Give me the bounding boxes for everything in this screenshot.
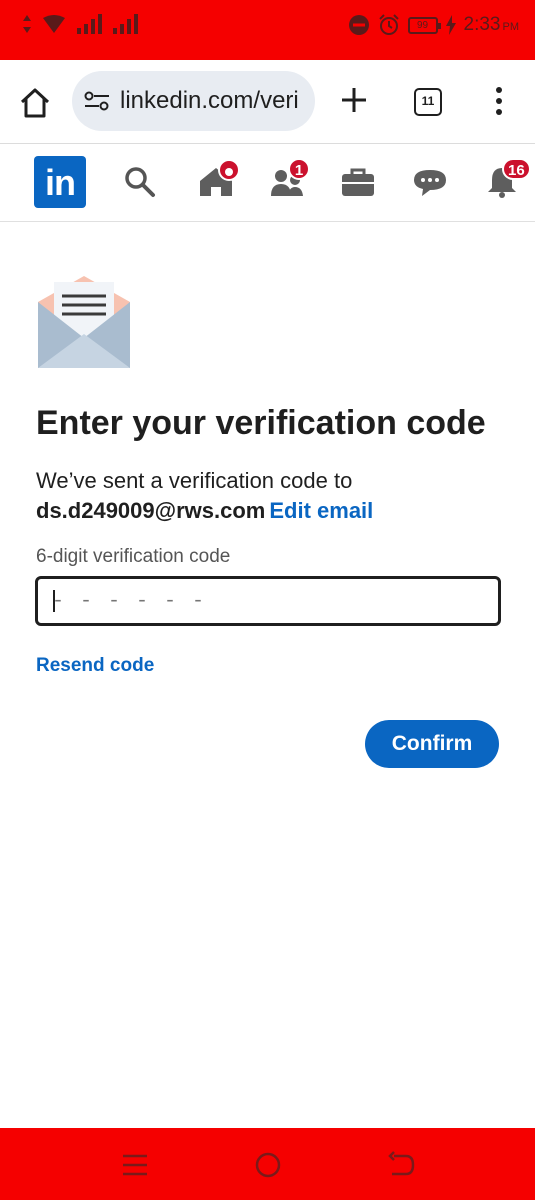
alarm-icon (378, 14, 399, 35)
signal-1-icon (77, 14, 102, 34)
wifi-icon (43, 15, 65, 33)
notifications-badge: 16 (502, 158, 531, 180)
address-bar[interactable]: linkedin.com/veri (72, 71, 315, 131)
home-button[interactable] (18, 86, 52, 120)
status-time: 2:33 PM (464, 14, 519, 36)
linkedin-logo[interactable]: in (34, 156, 86, 208)
status-left (22, 14, 138, 34)
confirm-button[interactable]: Confirm (365, 720, 499, 768)
charging-bolt-icon (445, 15, 456, 35)
text-caret (53, 590, 55, 612)
status-right: 99 2:33 PM (348, 14, 519, 36)
nav-network[interactable]: 1 (268, 158, 310, 202)
do-not-disturb-icon (348, 15, 369, 35)
url-text[interactable]: linkedin.com/veri (120, 87, 299, 115)
time-value: 2:33 (463, 14, 501, 35)
back-icon[interactable] (386, 1150, 416, 1180)
system-nav-bar (0, 1128, 535, 1200)
battery-icon: 99 (407, 16, 441, 34)
network-badge: 1 (288, 158, 310, 180)
signal-2-icon (113, 14, 138, 34)
messaging-icon[interactable] (410, 162, 450, 202)
browser-toolbar: linkedin.com/veri 11 (0, 60, 535, 144)
page-title: Enter your verification code (36, 404, 486, 442)
code-field-label: 6-digit verification code (36, 546, 231, 567)
email-address: ds.d249009@rws.com (36, 498, 266, 523)
nav-notifications[interactable]: 16 (482, 158, 531, 202)
verification-code-input[interactable] (35, 576, 501, 626)
home-dot-badge (218, 159, 240, 181)
sent-text: We’ve sent a verification code to (36, 468, 353, 493)
status-bar: 99 2:33 PM (0, 0, 535, 60)
resend-code-link[interactable]: Resend code (36, 655, 154, 677)
search-icon[interactable] (120, 162, 160, 202)
nav-home[interactable] (196, 159, 240, 202)
tab-switcher-button[interactable]: 11 (414, 88, 442, 116)
recent-apps-icon[interactable] (120, 1150, 150, 1180)
new-tab-button[interactable] (338, 84, 370, 116)
linkedin-nav: in 1 16 (0, 144, 535, 222)
more-menu-icon[interactable] (486, 84, 512, 118)
edit-email-link[interactable]: Edit email (269, 498, 373, 523)
data-arrows-icon (23, 15, 31, 33)
site-settings-icon[interactable] (84, 90, 110, 112)
verification-description: We’ve sent a verification code to ds.d24… (36, 466, 373, 526)
home-circle-icon[interactable] (253, 1150, 283, 1180)
email-line: ds.d249009@rws.com Edit email (36, 496, 373, 526)
time-ampm: PM (502, 21, 520, 33)
jobs-briefcase-icon[interactable] (338, 162, 378, 202)
envelope-illustration (38, 276, 130, 368)
